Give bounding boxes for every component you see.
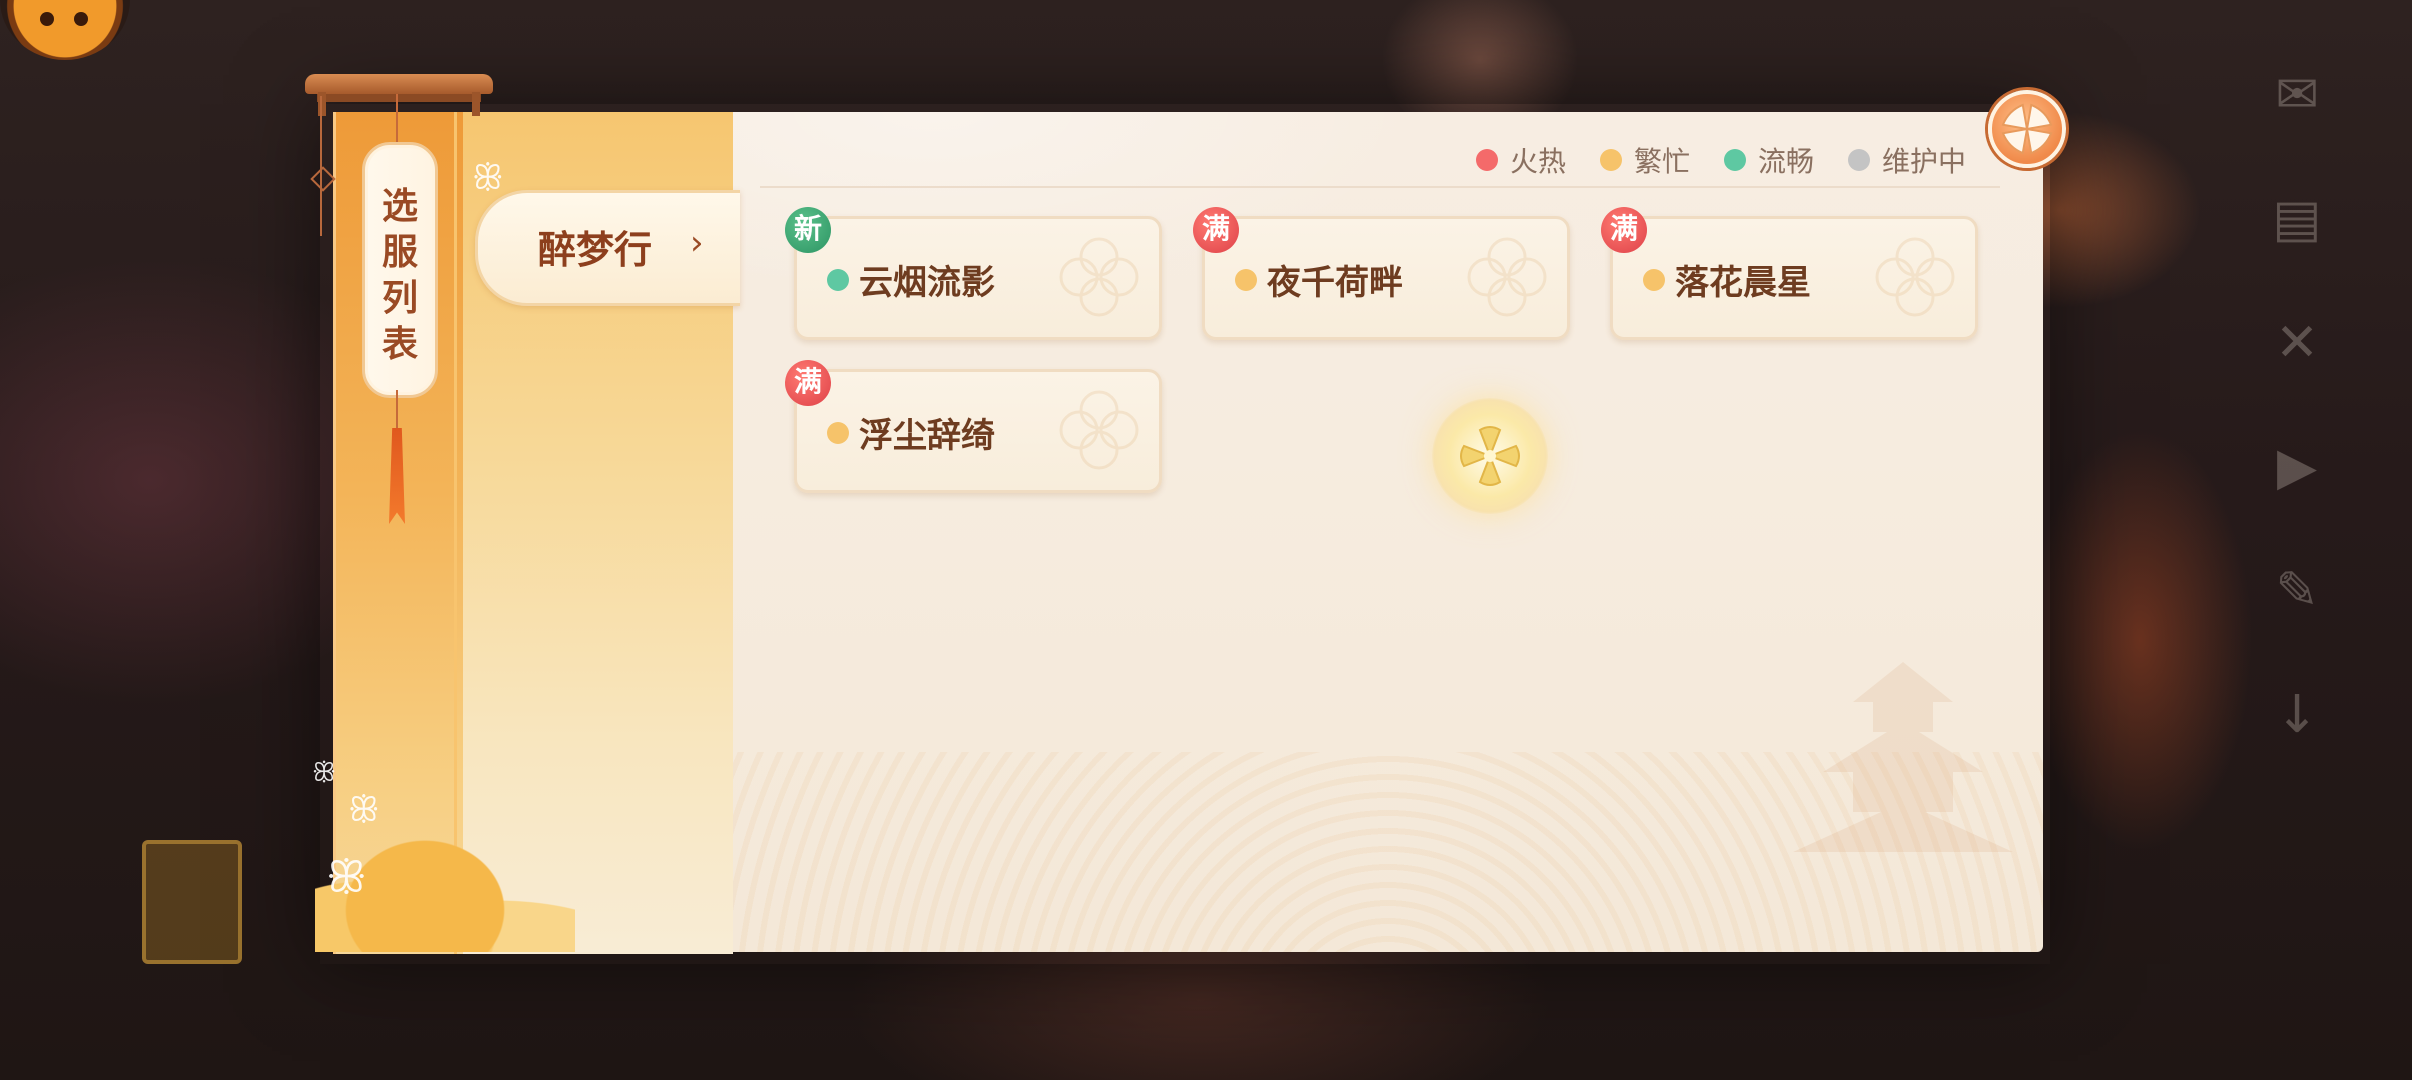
chevron-right-icon: ›	[690, 223, 704, 263]
butterfly-icon: ꕥ	[472, 158, 504, 198]
menu-icon: ▶	[2277, 437, 2317, 497]
new-server-tag: 新	[785, 207, 831, 253]
panel-title: 选服列表	[381, 185, 418, 365]
status-dot	[1723, 149, 1746, 171]
avatar-eye	[40, 12, 54, 26]
server-card[interactable]: 满 落花晨星	[1601, 207, 1978, 340]
butterfly-icon: ꕥ	[312, 758, 337, 788]
status-dot	[1599, 149, 1622, 171]
side-menu-dimmed: ✉ ▤ ✕ ▶ ✎ ↓	[2242, 60, 2352, 804]
age-rating-badge	[142, 840, 242, 964]
legend-item-smooth: 流畅	[1723, 140, 1814, 180]
legend-label: 维护中	[1881, 145, 1966, 178]
legend-label: 火热	[1509, 145, 1566, 178]
legend-divider	[760, 186, 2000, 188]
server-name: 云烟流影	[859, 263, 995, 303]
flower-decoration	[1467, 237, 1547, 317]
server-name: 夜千荷畔	[1267, 263, 1403, 303]
status-dot	[827, 422, 849, 444]
scroll-post	[472, 92, 480, 116]
close-icon	[2001, 103, 2053, 155]
server-card[interactable]: 满 夜千荷畔	[1193, 207, 1570, 340]
scroll-top-bar	[305, 74, 493, 102]
flower-decoration	[1875, 237, 1955, 317]
server-group-tab[interactable]: 醉梦行 ›	[475, 190, 740, 306]
legend-label: 流畅	[1757, 145, 1814, 178]
menu-icon: ✉	[2275, 65, 2319, 125]
menu-icon: ✕	[2275, 313, 2319, 373]
status-dot	[827, 269, 849, 291]
server-name: 落花晨星	[1675, 263, 1811, 303]
close-button[interactable]	[1988, 90, 2066, 168]
status-legend: 火热 繁忙 流畅 维护中	[1475, 140, 1966, 180]
side-menu-item: ✉	[2242, 60, 2352, 170]
title-plaque: 选服列表	[362, 142, 438, 398]
status-dot	[1235, 269, 1257, 291]
menu-icon: ✎	[2275, 561, 2319, 621]
hanging-cord	[396, 390, 398, 430]
legend-item-hot: 火热	[1475, 140, 1566, 180]
legend-item-busy: 繁忙	[1599, 140, 1690, 180]
menu-icon: ↓	[2275, 685, 2319, 745]
side-menu-item: ▶	[2242, 432, 2352, 542]
server-card[interactable]: 满 浮尘辞绮	[785, 360, 1162, 493]
legend-label: 繁忙	[1633, 145, 1690, 178]
status-dot	[1847, 149, 1870, 171]
server-name: 浮尘辞绮	[859, 416, 995, 456]
side-menu-item: ↓	[2242, 680, 2352, 790]
flower-decoration	[1059, 237, 1139, 317]
flower-loading-icon	[1432, 398, 1548, 514]
full-server-tag: 满	[785, 360, 831, 406]
full-server-tag: 满	[1601, 207, 1647, 253]
player-avatar	[0, 0, 130, 60]
server-card[interactable]: 新 云烟流影	[785, 207, 1162, 340]
hanging-cord	[396, 94, 398, 144]
flower-loading-glyph	[1460, 426, 1520, 486]
pagoda-decoration	[1793, 662, 2013, 852]
status-dot	[1643, 269, 1665, 291]
status-dot	[1475, 149, 1498, 171]
full-server-tag: 满	[1193, 207, 1239, 253]
butterfly-icon: ꕥ	[348, 790, 380, 830]
server-group-label: 醉梦行	[538, 227, 653, 272]
side-menu-item: ▤	[2242, 184, 2352, 294]
side-menu-item: ✎	[2242, 556, 2352, 666]
butterfly-icon: ꕥ	[326, 852, 367, 903]
side-menu-item: ✕	[2242, 308, 2352, 418]
avatar-eye	[74, 12, 88, 26]
flower-decoration	[1059, 390, 1139, 470]
menu-icon: ▤	[2272, 189, 2322, 249]
legend-item-maintenance: 维护中	[1847, 140, 1966, 180]
